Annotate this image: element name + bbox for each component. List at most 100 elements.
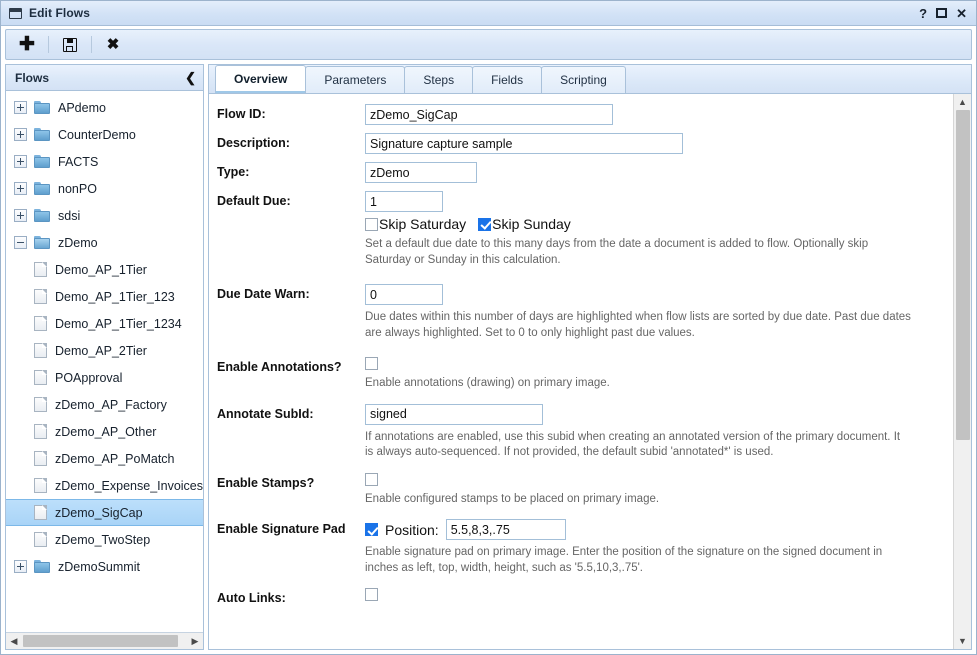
tab-fields[interactable]: Fields [472, 66, 543, 93]
enable-annotations-checkbox[interactable] [365, 357, 378, 370]
tree-item-label: Demo_AP_1Tier_123 [55, 289, 175, 304]
file-icon [34, 370, 47, 385]
expand-icon[interactable] [14, 560, 27, 573]
flow-id-input[interactable] [365, 104, 613, 125]
default-due-input[interactable] [365, 191, 443, 212]
tree-item-label: Demo_AP_1Tier_1234 [55, 316, 182, 331]
save-icon [63, 37, 77, 52]
enable-stamps-label: Enable Stamps? [217, 475, 315, 490]
content-vertical-scrollbar[interactable]: ▲ ▼ [953, 94, 971, 649]
tree-item[interactable]: sdsi [6, 202, 203, 229]
description-input[interactable] [365, 133, 683, 154]
hscroll-track[interactable] [22, 633, 187, 649]
folder-icon [34, 560, 50, 573]
window-body: Flows ❮ APdemo CounterDemo FACTS nonPO sdsi z… [1, 64, 976, 654]
due-date-warn-help: Due dates within this number of days are… [365, 311, 911, 339]
signature-position-input[interactable] [445, 519, 566, 540]
field-row-default-due: Default Due: Skip Saturday Skip Sunday S… [217, 191, 953, 268]
tab-label: Parameters [324, 73, 387, 87]
field-row-due-date-warn: Due Date Warn: Due dates within this num… [217, 284, 953, 341]
collapse-icon[interactable] [14, 236, 27, 249]
sidebar-horizontal-scrollbar[interactable]: ◀ ▶ [6, 632, 203, 649]
skip-sunday-label: Skip Sunday [492, 216, 571, 232]
tree-item[interactable]: CounterDemo [6, 121, 203, 148]
tree-item[interactable]: zDemo_AP_Factory [6, 391, 203, 418]
tree-item[interactable]: zDemo_AP_PoMatch [6, 445, 203, 472]
add-flow-button[interactable]: ✚ [10, 31, 44, 58]
save-flow-button[interactable] [53, 31, 87, 58]
tree-item-selected[interactable]: zDemo_SigCap [6, 499, 203, 526]
skip-saturday-label: Skip Saturday [379, 216, 467, 232]
field-row-enable-signature-pad: Enable Signature Pad Position: Enable si… [217, 519, 953, 576]
tab-label: Scripting [560, 73, 607, 87]
tree-item[interactable]: POApproval [6, 364, 203, 391]
file-icon [34, 343, 47, 358]
collapse-sidebar-icon[interactable]: ❮ [185, 71, 196, 84]
tab-steps[interactable]: Steps [404, 66, 474, 93]
due-date-warn-input[interactable] [365, 284, 443, 305]
tab-parameters[interactable]: Parameters [305, 66, 406, 93]
auto-links-control [365, 588, 953, 602]
expand-icon[interactable] [14, 128, 27, 141]
tab-scripting[interactable]: Scripting [541, 66, 626, 93]
enable-annotations-label: Enable Annotations? [217, 360, 342, 374]
expand-icon[interactable] [14, 101, 27, 114]
description-control [365, 133, 953, 154]
scroll-left-icon[interactable]: ◀ [6, 633, 22, 649]
file-icon [34, 532, 47, 547]
enable-stamps-control: Enable configured stamps to be placed on… [365, 472, 953, 508]
tree-item[interactable]: Demo_AP_1Tier [6, 256, 203, 283]
tree-item[interactable]: zDemo_AP_Other [6, 418, 203, 445]
tree-item[interactable]: FACTS [6, 148, 203, 175]
type-input[interactable] [365, 162, 477, 183]
tree-item-label: POApproval [55, 370, 123, 385]
skip-saturday-checkbox[interactable] [365, 217, 378, 231]
maximize-button[interactable] [936, 8, 948, 18]
expand-icon[interactable] [14, 182, 27, 195]
tree-item[interactable]: zDemo_TwoStep [6, 526, 203, 553]
tree-item[interactable]: nonPO [6, 175, 203, 202]
tab-overview[interactable]: Overview [215, 65, 307, 93]
annotate-subid-input[interactable] [365, 403, 543, 425]
vscroll-thumb[interactable] [956, 110, 970, 440]
overview-form: Flow ID: Description: [209, 94, 953, 649]
flow-id-label: Flow ID: [217, 107, 266, 121]
enable-signature-pad-control: Position: Enable signature pad on primar… [365, 519, 953, 576]
tree-item[interactable]: zDemo_Expense_Invoices [6, 472, 203, 499]
enable-signature-pad-checkbox[interactable] [365, 523, 378, 536]
file-icon [34, 451, 47, 466]
tree-item[interactable]: APdemo [6, 94, 203, 121]
flows-tree: APdemo CounterDemo FACTS nonPO sdsi zDemo Demo… [6, 91, 203, 632]
file-icon [34, 316, 47, 331]
expand-icon[interactable] [14, 209, 27, 222]
close-button[interactable]: ✕ [956, 7, 967, 20]
tree-item-label: zDemoSummit [58, 559, 140, 574]
field-row-flow-id: Flow ID: [217, 104, 953, 125]
enable-stamps-checkbox[interactable] [365, 472, 378, 486]
scroll-up-icon[interactable]: ▲ [954, 94, 971, 110]
tree-item[interactable]: Demo_AP_1Tier_123 [6, 283, 203, 310]
folder-icon [34, 155, 50, 168]
tree-item[interactable]: zDemoSummit [6, 553, 203, 580]
vscroll-track[interactable] [954, 110, 971, 633]
tree-item[interactable]: Demo_AP_2Tier [6, 337, 203, 364]
annotate-subid-label: Annotate SubId: [217, 406, 314, 421]
delete-flow-button[interactable]: ✖ [96, 31, 130, 58]
help-button[interactable]: ? [919, 7, 927, 20]
scroll-down-icon[interactable]: ▼ [954, 633, 971, 649]
skip-sunday-checkbox[interactable] [478, 217, 492, 231]
tree-item[interactable]: zDemo [6, 229, 203, 256]
tree-item-label: Demo_AP_1Tier [55, 262, 147, 277]
expand-icon[interactable] [14, 155, 27, 168]
auto-links-checkbox[interactable] [365, 588, 378, 601]
due-date-warn-label: Due Date Warn: [217, 287, 310, 301]
signature-pad-row: Position: [365, 519, 953, 540]
folder-icon [34, 236, 50, 249]
hscroll-thumb[interactable] [23, 635, 178, 647]
tree-item[interactable]: Demo_AP_1Tier_1234 [6, 310, 203, 337]
scroll-right-icon[interactable]: ▶ [187, 633, 203, 649]
close-x-icon: ✖ [106, 36, 120, 53]
default-due-label: Default Due: [217, 194, 291, 208]
